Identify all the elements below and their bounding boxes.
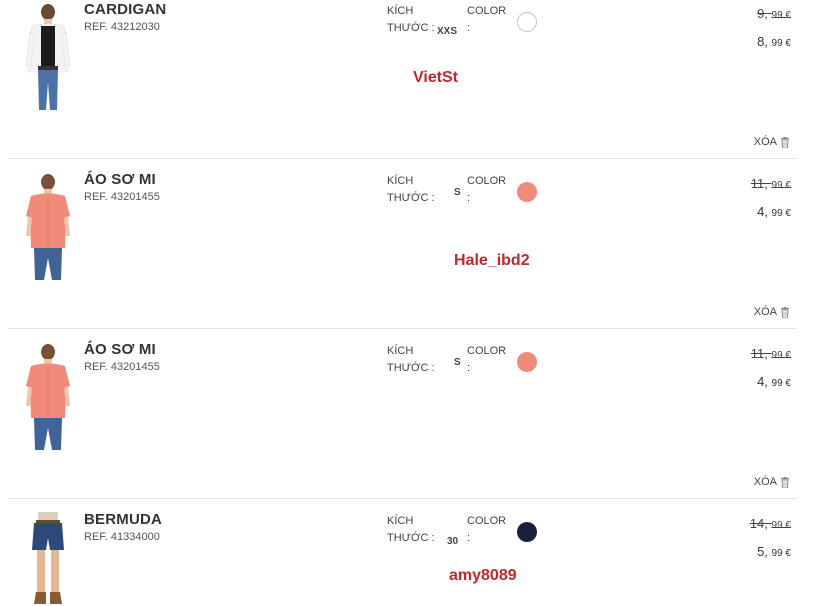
original-price: 11, 99 € <box>750 176 791 191</box>
cart-item: ÁO SƠ MI REF. 43201455 KÍCH THƯỚC : S CO… <box>8 340 796 510</box>
size-label: KÍCH THƯỚC : <box>387 345 435 374</box>
size-value: 30 <box>447 536 459 547</box>
sale-price: 8, 99 € <box>757 34 791 49</box>
size-value: XXS <box>437 26 458 37</box>
sale-price: 5, 99 € <box>757 544 791 559</box>
delete-button[interactable]: XÓA <box>754 306 790 318</box>
trash-icon <box>781 136 789 148</box>
color-label: COLOR : <box>467 345 507 374</box>
trash-icon <box>781 306 789 318</box>
size-value: S <box>454 357 461 368</box>
product-name[interactable]: BERMUDA <box>84 511 162 528</box>
size-label: KÍCH THƯỚC : <box>387 5 435 34</box>
original-price: 9, 99 € <box>757 6 791 21</box>
product-ref: REF. 41334000 <box>84 531 160 543</box>
item-divider <box>8 328 796 329</box>
original-price: 14, 99 € <box>749 516 791 531</box>
color-label: COLOR : <box>467 515 507 544</box>
product-ref: REF. 43201455 <box>84 191 160 203</box>
sale-price: 4, 99 € <box>757 204 791 219</box>
original-price: 11, 99 € <box>750 346 791 361</box>
product-name[interactable]: ÁO SƠ MI <box>84 171 156 188</box>
product-ref: REF. 43201455 <box>84 361 160 373</box>
color-swatch <box>517 522 537 542</box>
size-label: KÍCH THƯỚC : <box>387 175 435 204</box>
delete-label: XÓA <box>753 306 777 318</box>
size-value: S <box>454 187 461 198</box>
product-name[interactable]: ÁO SƠ MI <box>84 341 156 358</box>
cardigan-photo <box>25 4 71 110</box>
shorts-photo <box>32 512 64 604</box>
color-label: COLOR : <box>467 5 507 34</box>
shirt-photo <box>26 344 70 450</box>
delete-label: XÓA <box>753 136 777 148</box>
delete-button[interactable]: XÓA <box>754 136 790 148</box>
watermark-text: Hale_ibd2 <box>454 252 530 269</box>
product-name[interactable]: CARDIGAN <box>84 1 166 18</box>
cart-item: ÁO SƠ MI REF. 43201455 KÍCH THƯỚC : S CO… <box>8 170 796 340</box>
item-divider <box>8 498 796 499</box>
cart-item: CARDIGAN REF. 43212030 KÍCH THƯỚC : XXS … <box>8 0 796 170</box>
size-label: KÍCH THƯỚC : <box>387 515 435 544</box>
trash-icon <box>781 476 789 488</box>
color-swatch <box>517 182 537 202</box>
color-swatch <box>517 12 537 32</box>
cart-item: BERMUDA REF. 41334000 KÍCH THƯỚC : 30 CO… <box>8 510 796 605</box>
sale-price: 4, 99 € <box>757 374 791 389</box>
watermark-text: amy8089 <box>449 567 517 584</box>
delete-label: XÓA <box>753 476 777 488</box>
delete-button[interactable]: XÓA <box>754 476 790 488</box>
watermark-text: VietSt <box>413 69 459 86</box>
product-ref: REF. 43212030 <box>84 21 160 33</box>
color-swatch <box>517 352 537 372</box>
shirt-photo <box>26 174 70 280</box>
color-label: COLOR : <box>467 175 507 204</box>
item-divider <box>8 158 796 159</box>
